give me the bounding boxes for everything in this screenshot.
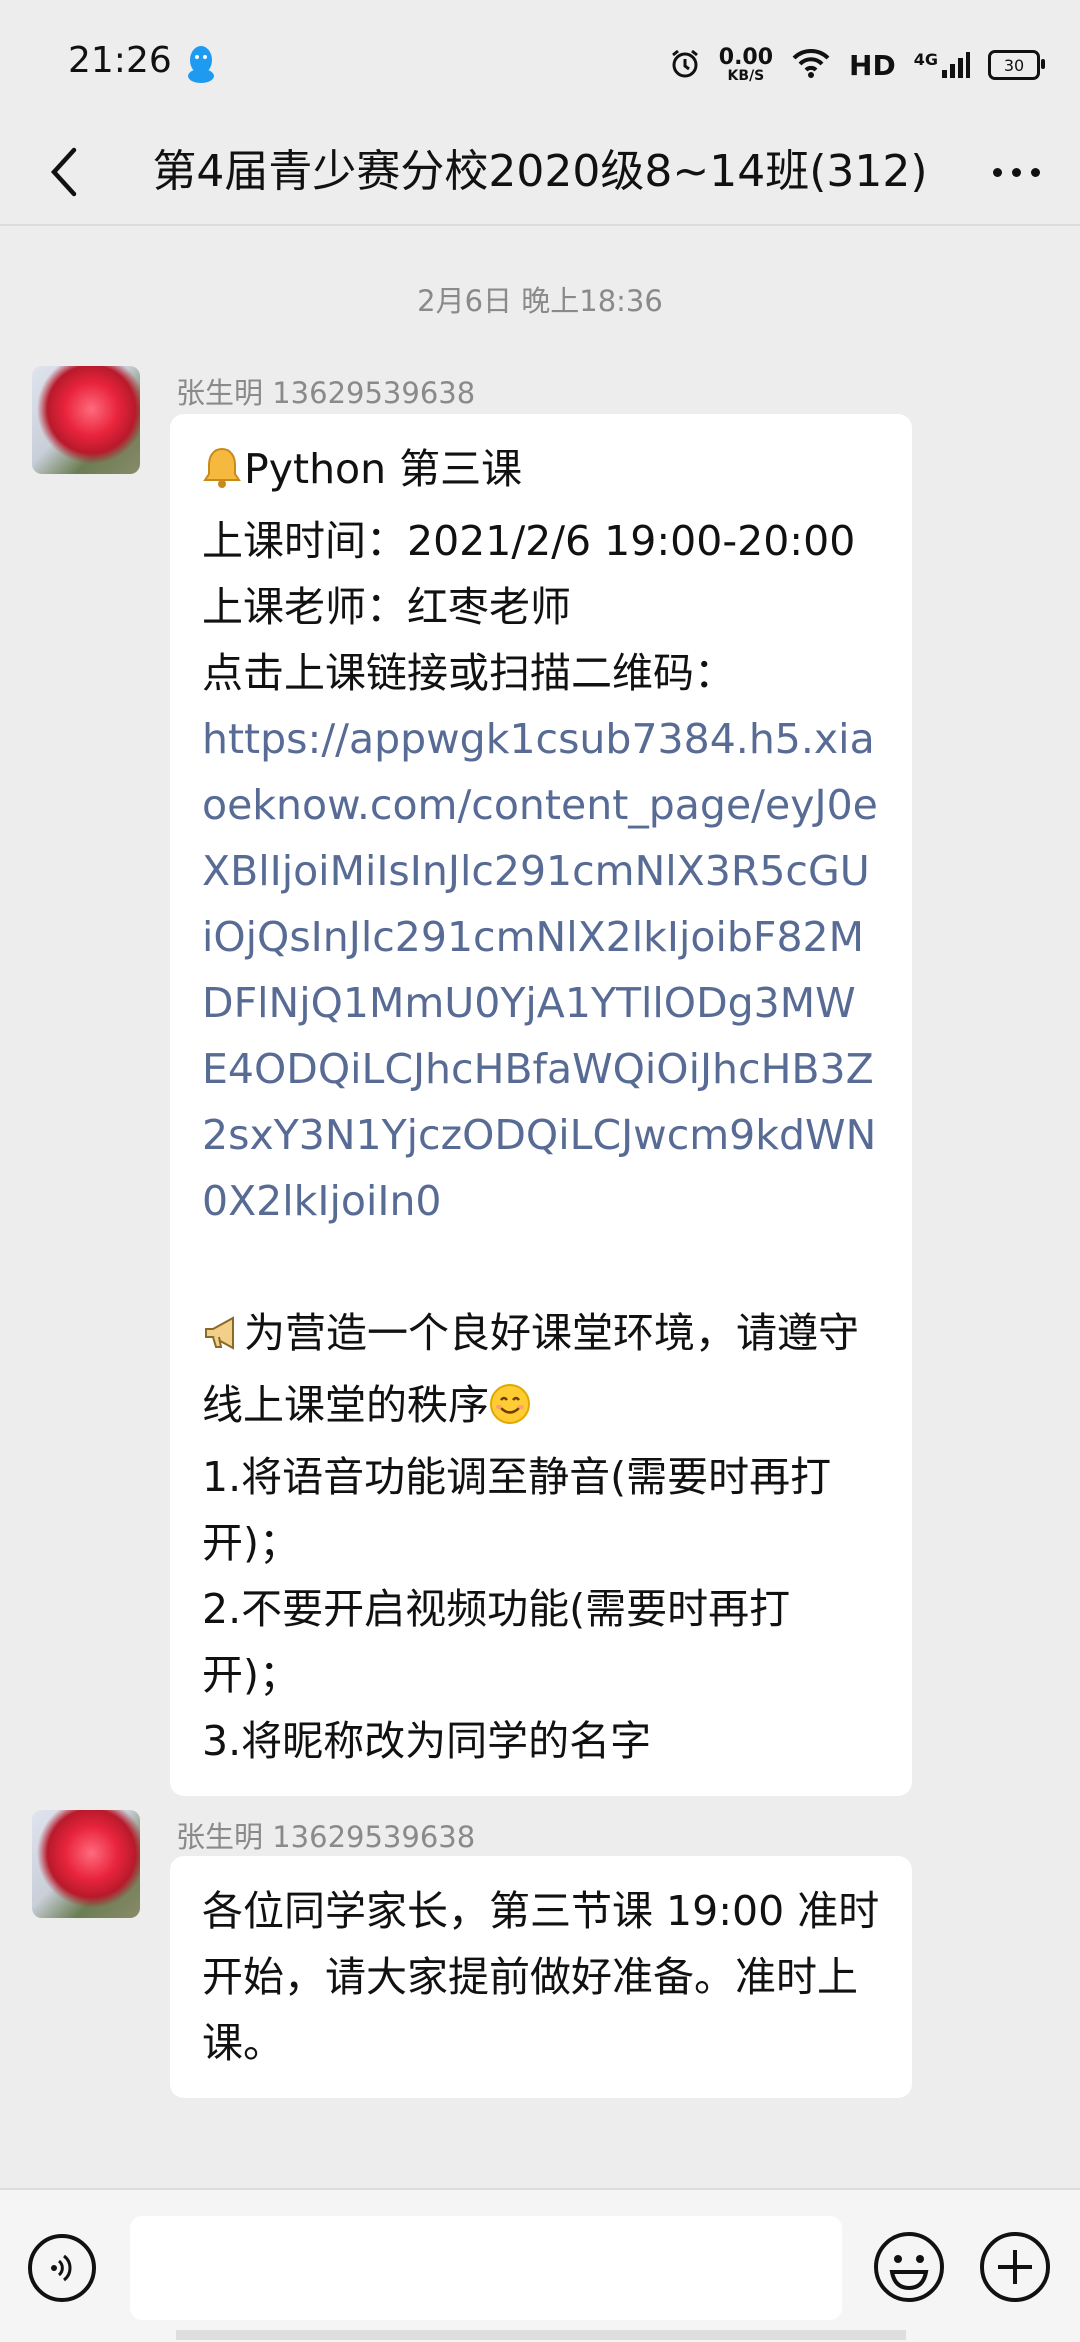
more-dot-icon	[1011, 167, 1021, 177]
message-line: 为营造一个良好课堂环境，请遵守线上课堂的秩序	[202, 1300, 880, 1444]
message-input[interactable]	[130, 2216, 842, 2320]
emoji-button[interactable]	[872, 2230, 946, 2304]
signal-icon: 4G	[914, 50, 970, 80]
message-bubble[interactable]: Python 第三课 上课时间：2021/2/6 19:00-20:00 上课老…	[170, 414, 912, 1796]
message-line: 点击上课链接或扫描二维码：	[202, 649, 735, 697]
message-line: 1.将语音功能调至静音(需要时再打开)；	[202, 1453, 832, 1567]
keyboard-strip	[176, 2330, 906, 2340]
voice-input-button[interactable]	[28, 2234, 96, 2302]
message-text: 各位同学家长，第三节课 19:00 准时开始，请大家提前做好准备。准时上课。	[202, 1887, 880, 2067]
chat-title: 第4届青少赛分校2020级8~14班(312)	[152, 146, 928, 197]
message-text: Python 第三课	[244, 445, 523, 493]
add-attachment-button[interactable]	[978, 2230, 1052, 2304]
status-time: 21:26	[68, 40, 172, 81]
network-speed: 0.00 KB/S	[718, 45, 774, 84]
smiling-face-icon	[489, 1378, 531, 1444]
chat-timestamp: 2月6日 晚上18:36	[417, 284, 663, 318]
more-dot-icon	[1030, 167, 1040, 177]
bell-icon	[202, 442, 242, 508]
chevron-left-icon	[50, 147, 77, 197]
message-line: 上课时间：2021/2/6 19:00-20:00	[202, 517, 856, 565]
wifi-icon	[791, 47, 831, 83]
message-line: 2.不要开启视频功能(需要时再打开)；	[202, 1585, 791, 1699]
plus-circle-icon	[980, 2232, 1050, 2302]
qq-penguin-icon	[186, 44, 216, 88]
back-button[interactable]	[28, 136, 100, 208]
chat-header: 第4届青少赛分校2020级8~14班(312)	[0, 120, 1080, 226]
more-options-button[interactable]	[976, 136, 1056, 208]
network-speed-unit: KB/S	[727, 68, 765, 84]
hd-label: HD	[849, 48, 896, 82]
message-line: 上课老师：红枣老师	[202, 583, 571, 631]
status-icons: 0.00 KB/S HD 4G 30	[669, 40, 1045, 90]
status-bar: 21:26 0.00 KB/S HD 4G 30	[0, 0, 1080, 120]
input-bar	[0, 2188, 1080, 2342]
message-line: Python 第三课	[202, 436, 880, 508]
more-dot-icon	[992, 167, 1002, 177]
message-bubble[interactable]: 各位同学家长，第三节课 19:00 准时开始，请大家提前做好准备。准时上课。	[170, 1856, 912, 2098]
alarm-icon	[669, 47, 701, 83]
megaphone-icon	[202, 1306, 242, 1372]
network-speed-value: 0.00	[718, 45, 774, 70]
message-line: 3.将昵称改为同学的名字	[202, 1717, 652, 1765]
class-link[interactable]: https://appwgk1csub7384.h5.xiaoeknow.com…	[202, 706, 880, 1234]
avatar[interactable]	[32, 366, 140, 474]
sender-name: 张生明 13629539638	[176, 376, 476, 410]
avatar[interactable]	[32, 1810, 140, 1918]
sender-name: 张生明 13629539638	[176, 1820, 476, 1854]
voice-icon	[51, 2254, 72, 2282]
battery-indicator: 30	[988, 50, 1045, 80]
smiley-icon	[874, 2232, 944, 2302]
battery-level: 30	[1003, 55, 1025, 75]
network-type-label: 4G	[913, 50, 938, 69]
